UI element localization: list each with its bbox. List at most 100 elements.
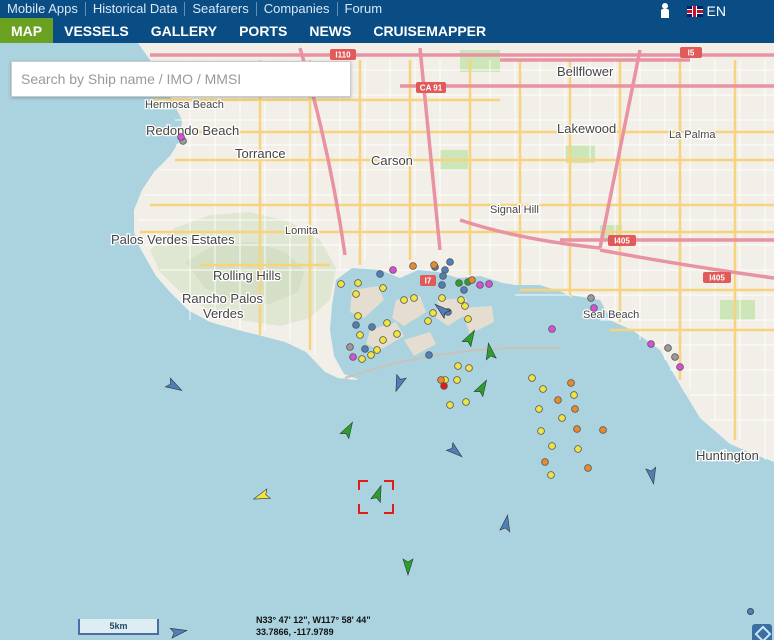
- shield-ca91: CA 91: [420, 84, 443, 93]
- vessel-dot[interactable]: [361, 345, 369, 353]
- language-label: EN: [706, 3, 726, 19]
- vessel-dot[interactable]: [584, 464, 592, 472]
- vessel-dot[interactable]: [676, 363, 684, 371]
- vessel-dot[interactable]: [465, 364, 473, 372]
- vessel-dot[interactable]: [571, 405, 579, 413]
- vessel-dot[interactable]: [177, 133, 185, 141]
- vessel-dot[interactable]: [664, 344, 672, 352]
- vessel-dot[interactable]: [671, 353, 679, 361]
- vessel-dot[interactable]: [558, 414, 566, 422]
- top-bar: Mobile Apps Historical Data Seafarers Co…: [0, 0, 774, 19]
- vessel-dot[interactable]: [453, 376, 461, 384]
- vessel-dot[interactable]: [409, 262, 417, 270]
- vessel-dot[interactable]: [356, 331, 364, 339]
- vessel-dot[interactable]: [337, 280, 345, 288]
- vessel-dot[interactable]: [368, 323, 376, 331]
- vessel-dot[interactable]: [438, 281, 446, 289]
- vessel-dot[interactable]: [548, 325, 556, 333]
- locate-dot-icon[interactable]: [747, 608, 754, 615]
- vessel-dot[interactable]: [454, 362, 462, 370]
- label-torrance: Torrance: [235, 146, 286, 161]
- vessel-dot[interactable]: [587, 294, 595, 302]
- vessel-dot[interactable]: [455, 279, 463, 287]
- vessel-dot[interactable]: [367, 351, 375, 359]
- vessel-dot[interactable]: [352, 290, 360, 298]
- vessel-dot[interactable]: [424, 317, 432, 325]
- selected-vessel-target[interactable]: [358, 480, 394, 514]
- vessel-dot[interactable]: [528, 374, 536, 382]
- vessel-dot[interactable]: [439, 272, 447, 280]
- nav-cruisemapper[interactable]: CRUISEMAPPER: [362, 18, 497, 43]
- main-nav: MAP VESSELS GALLERY PORTS NEWS CRUISEMAP…: [0, 18, 774, 43]
- top-link-seafarers[interactable]: Seafarers: [185, 2, 257, 16]
- vessel-dot[interactable]: [358, 355, 366, 363]
- scale-bar: 5km: [78, 619, 159, 635]
- vessel-dot[interactable]: [354, 279, 362, 287]
- vessel-dot[interactable]: [535, 405, 543, 413]
- ship-search-input[interactable]: [11, 61, 351, 97]
- vessel-dot[interactable]: [541, 458, 549, 466]
- vessel-dot[interactable]: [567, 379, 575, 387]
- vessel-dot[interactable]: [554, 396, 562, 404]
- vessel-dot[interactable]: [389, 266, 397, 274]
- vessel-dot[interactable]: [537, 427, 545, 435]
- language-selector[interactable]: EN: [686, 3, 726, 19]
- vessel-dot[interactable]: [446, 258, 454, 266]
- label-la-palma: La Palma: [669, 129, 716, 141]
- vessel-dot[interactable]: [574, 445, 582, 453]
- vessel-dot[interactable]: [539, 385, 547, 393]
- vessel-dot[interactable]: [599, 426, 607, 434]
- vessel-dot[interactable]: [400, 296, 408, 304]
- vessel-dot[interactable]: [438, 294, 446, 302]
- vessel-dot[interactable]: [354, 312, 362, 320]
- label-rancho-palos: Rancho Palos: [182, 291, 263, 306]
- shield-i405-b: I405: [709, 274, 725, 283]
- vessel-dot[interactable]: [352, 321, 360, 329]
- vessel-dot[interactable]: [446, 401, 454, 409]
- vessel-dot[interactable]: [647, 340, 655, 348]
- nav-gallery[interactable]: GALLERY: [140, 18, 228, 43]
- vessel-dot[interactable]: [462, 398, 470, 406]
- layers-icon[interactable]: [752, 624, 772, 640]
- nav-map[interactable]: MAP: [0, 18, 54, 43]
- person-icon[interactable]: [659, 3, 671, 19]
- top-link-historical-data[interactable]: Historical Data: [86, 2, 186, 16]
- label-lakewood: Lakewood: [557, 121, 616, 136]
- vessel-dot[interactable]: [346, 343, 354, 351]
- label-lomita: Lomita: [285, 225, 319, 237]
- vessel-dot[interactable]: [425, 351, 433, 359]
- vessel-dot[interactable]: [468, 276, 476, 284]
- vessel-dot[interactable]: [547, 471, 555, 479]
- map-canvas[interactable]: I110 I5 CA 91 I405 I405 I7 Hermosa Beach…: [0, 43, 774, 640]
- vessel-dot[interactable]: [379, 336, 387, 344]
- vessel-dot[interactable]: [349, 353, 357, 361]
- top-link-forum[interactable]: Forum: [338, 2, 390, 16]
- label-bellflower: Bellflower: [557, 64, 614, 79]
- vessel-dot[interactable]: [373, 346, 381, 354]
- vessel-dot[interactable]: [430, 261, 438, 269]
- vessel-dot[interactable]: [410, 294, 418, 302]
- vessel-dot[interactable]: [440, 382, 448, 390]
- top-link-companies[interactable]: Companies: [257, 2, 338, 16]
- vessel-dot[interactable]: [393, 330, 401, 338]
- vessel-dot[interactable]: [590, 304, 598, 312]
- vessel-dot[interactable]: [457, 296, 465, 304]
- vessel-dot[interactable]: [376, 270, 384, 278]
- vessel-dot[interactable]: [429, 309, 437, 317]
- vessel-dot[interactable]: [548, 442, 556, 450]
- nav-vessels[interactable]: VESSELS: [53, 18, 140, 43]
- nav-news[interactable]: NEWS: [298, 18, 362, 43]
- top-link-mobile-apps[interactable]: Mobile Apps: [0, 2, 86, 16]
- vessel-dot[interactable]: [383, 319, 391, 327]
- vessel-dot[interactable]: [485, 280, 493, 288]
- vessel-dot[interactable]: [461, 302, 469, 310]
- vessel-dot[interactable]: [476, 281, 484, 289]
- vessel-dot[interactable]: [464, 315, 472, 323]
- vessel-dot[interactable]: [573, 425, 581, 433]
- park-area: [720, 300, 755, 320]
- label-carson: Carson: [371, 153, 413, 168]
- vessel-dot[interactable]: [570, 391, 578, 399]
- vessel-dot[interactable]: [460, 286, 468, 294]
- nav-ports[interactable]: PORTS: [228, 18, 298, 43]
- vessel-dot[interactable]: [379, 284, 387, 292]
